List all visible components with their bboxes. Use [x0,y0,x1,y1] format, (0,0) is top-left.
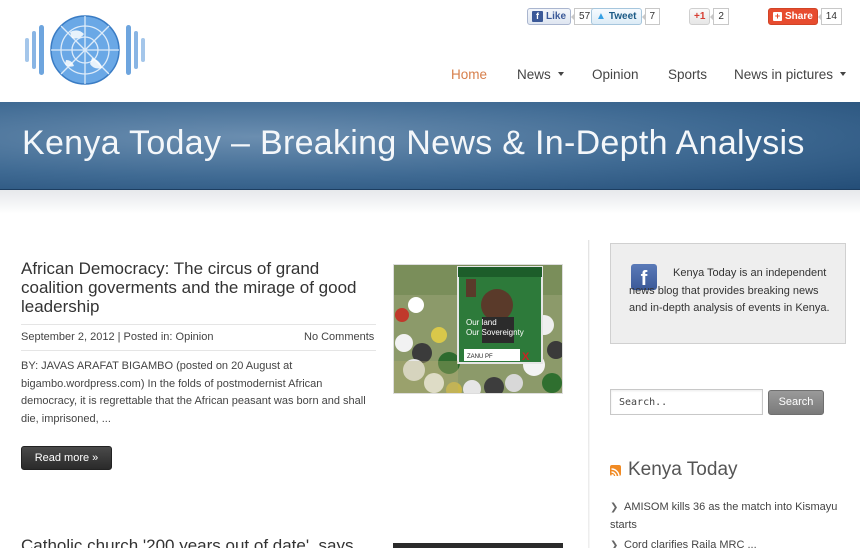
read-more-button[interactable]: Read more » [21,446,112,470]
share-count: 14 [817,7,842,25]
chevron-right-icon: ❯ [610,540,619,548]
caret-down-icon [557,72,564,77]
poster-slogan-line-1: Our land [466,318,497,327]
main-nav: Home News Opinion Sports News in picture… [0,67,860,83]
nav-item-news-in-pictures-label: News in pictures [734,67,834,82]
twitter-tweet-widget: ▲ Tweet 7 [591,7,661,25]
nav-item-sports[interactable]: Sports [668,67,707,82]
search-button[interactable]: Search [768,390,824,415]
post-excerpt: BY: JAVAS ARAFAT BIGAMBO (posted on 20 A… [21,360,366,425]
facebook-like-label: Like [546,10,567,22]
chevron-right-icon: ❯ [610,502,619,513]
post-meta: September 2, 2012 | Posted in: Opinion [21,331,213,343]
twitter-bird-icon: ▲ [596,10,606,22]
posted-in-label: | Posted in: [117,331,173,343]
search-input[interactable]: Search.. [610,389,763,415]
poster-slogan-line-2: Our Sovereignty [466,328,524,337]
nav-item-opinion[interactable]: Opinion [592,67,639,82]
page-title: Kenya Today – Breaking News & In-Depth A… [22,124,805,162]
post-category-link[interactable]: Opinion [176,331,214,343]
tweet-count: 7 [641,7,661,25]
google-plus-count: 2 [710,7,729,25]
poster-party-label: ZANU PF [467,354,493,360]
facebook-icon: f [532,10,543,22]
feed-item-label: Cord clarifies Raila MRC ... [624,539,757,548]
feed-item-label: AMISOM kills 36 as the match into Kismay… [610,501,838,531]
nav-item-news[interactable]: News [517,67,564,82]
plus-icon: + [773,10,782,21]
tweet-label: Tweet [608,10,637,22]
nav-item-news-in-pictures[interactable]: News in pictures [734,67,847,82]
about-text: Kenya Today is an independent news blog … [629,267,830,314]
feed-widget-title: Kenya Today [628,459,738,480]
google-plus-widget: +1 2 [689,7,729,25]
feed-item[interactable]: ❯ AMISOM kills 36 as the match into Kisma… [610,499,846,534]
next-post-title-link[interactable]: Catholic church '200 years out of date',… [21,536,381,548]
post-date: September 2, 2012 [21,331,115,343]
tweet-button[interactable]: ▲ Tweet [591,7,642,25]
meta-divider-bottom [21,350,376,351]
column-divider [588,240,589,548]
share-label: Share [785,10,813,22]
caret-down-icon [840,72,847,77]
poster-ballot-mark: X [522,351,530,363]
post-title-link[interactable]: African Democracy: The circus of grand c… [21,259,381,316]
share-button[interactable]: + Share [768,7,818,25]
site-header: f Like 57 ▲ Tweet 7 +1 2 + Share 14 Home… [0,0,860,102]
about-widget: f Kenya Today is an independent news blo… [610,243,846,344]
post-comments-link[interactable]: No Comments [304,331,374,343]
facebook-like-widget: f Like 57 [527,7,596,25]
share-widget: + Share 14 [768,7,842,25]
google-plus-one-button[interactable]: +1 [689,7,711,25]
facebook-like-button[interactable]: f Like [527,7,572,25]
meta-divider-top [21,324,376,325]
rally-photo-image: Our land Our Sovereignty ZANU PF X [394,265,562,393]
feed-item[interactable]: ❯ Cord clarifies Raila MRC ... [610,537,846,548]
rss-icon[interactable] [610,465,621,476]
nav-item-home[interactable]: Home [451,67,487,82]
banner-shadow [0,190,860,214]
next-post-thumbnail[interactable] [393,543,563,548]
page-banner: Kenya Today – Breaking News & In-Depth A… [0,102,860,190]
post-thumbnail[interactable]: Our land Our Sovereignty ZANU PF X [393,264,563,394]
nav-item-news-label: News [517,67,551,82]
google-plus-label: +1 [694,10,706,22]
